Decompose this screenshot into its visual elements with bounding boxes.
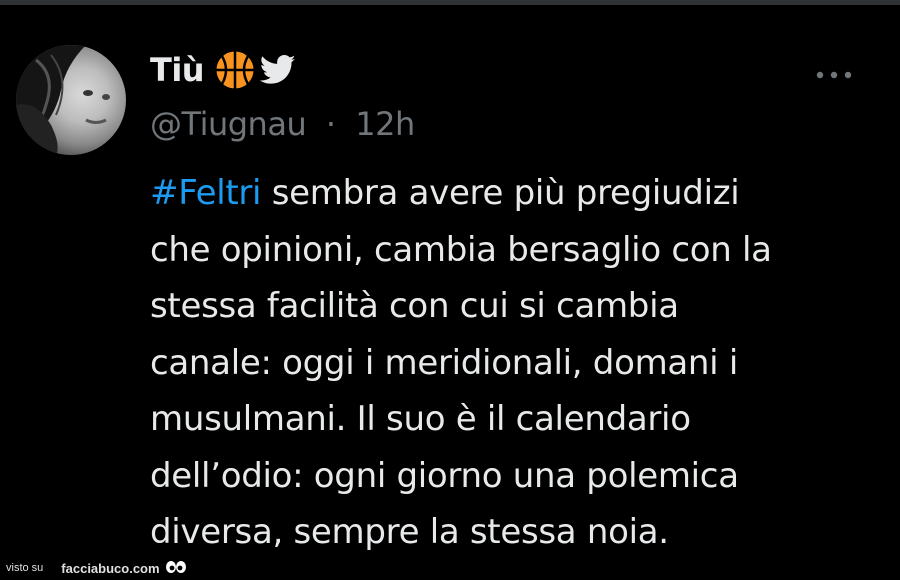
separator: · (325, 105, 336, 143)
avatar-photo (16, 45, 110, 155)
tweet-line: #Feltri sembra avere più pregiudizi (150, 165, 880, 222)
eyes-logo-icon (165, 561, 186, 573)
author-name-row: Tiù (150, 45, 296, 95)
tweet-line: canale: oggi i meridionali, domani i (150, 342, 738, 383)
basketball-icon (215, 50, 255, 90)
tweet-line: dell’odio: ogni giorno una polemica (150, 455, 739, 496)
more-options-icon[interactable] (812, 67, 856, 83)
tweet-text: #Feltri sembra avere più pregiudizi che … (150, 165, 880, 561)
handle-row: @Tiugnau · 12h (150, 105, 415, 143)
avatar[interactable] (16, 45, 126, 155)
tweet-line-text: sembra avere più pregiudizi (261, 173, 740, 213)
timestamp[interactable]: 12h (355, 105, 415, 143)
tweet-line: musulmani. Il suo è il calendario (150, 399, 691, 439)
tweet-card[interactable]: Tiù @Tiugnau · 12h #Feltri sembra avere … (0, 5, 900, 580)
watermark: visto su facciabuco.com (6, 558, 188, 578)
tweet-line: diversa, sempre la stessa noia. (150, 512, 669, 552)
tweet-line: stessa facilità con cui si cambia (150, 286, 679, 326)
display-name[interactable]: Tiù (150, 51, 205, 89)
hashtag-link[interactable]: #Feltri (150, 173, 262, 213)
tweet-line: che opinioni, cambia bersaglio con la (150, 229, 772, 270)
watermark-prefix: visto su (6, 562, 44, 574)
handle[interactable]: @Tiugnau (150, 105, 307, 143)
watermark-brand: facciabuco.com (61, 560, 160, 576)
twitter-bird-icon (260, 55, 296, 84)
